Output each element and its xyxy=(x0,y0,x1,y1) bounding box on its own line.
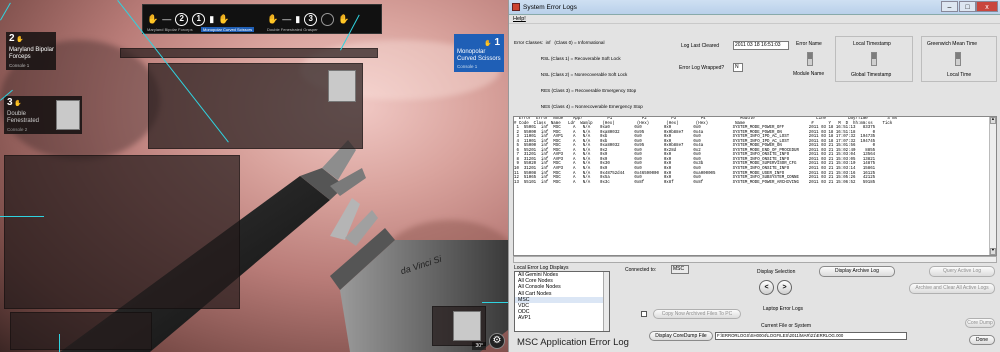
dash-icon: — xyxy=(162,14,172,24)
error-class-line: RSL (Class 1) = Recoverable Soft Lock xyxy=(514,55,621,61)
left-tool-2-thumbnail xyxy=(56,100,80,130)
current-file-field[interactable]: F:\ERRORLOGS\SH0004\LOGFILES\2011\MAR\21… xyxy=(715,332,907,340)
maximize-button[interactable]: □ xyxy=(959,1,976,12)
error-class-line: Error Classes: inf (Class 0) = Informati… xyxy=(514,39,605,45)
annotation-line xyxy=(482,302,508,303)
connected-to-field: MSC xyxy=(671,265,689,274)
time-zone-toggle[interactable] xyxy=(955,52,961,66)
copy-checkbox[interactable] xyxy=(641,311,647,317)
listbox-scrollbar[interactable] xyxy=(603,272,609,331)
left-tool-2-panel: 3 ✋ Double Fenestrated Console 2 xyxy=(4,96,82,134)
display-archive-log-button[interactable]: Display Archive Log xyxy=(819,266,895,277)
left-tool-1-console: Console 1 xyxy=(9,63,30,68)
global-timestamp-label: Global Timestamp xyxy=(851,72,892,78)
app-icon xyxy=(512,3,520,11)
display-coredump-button[interactable]: Display CoreDump File xyxy=(649,331,713,341)
menu-help[interactable]: Help! xyxy=(513,16,526,22)
topbar-right-instrument: Double Fenestrated Grasper xyxy=(267,27,318,32)
copy-archived-button[interactable]: Copy Now Archived Files To PC xyxy=(653,309,741,319)
nodes-listbox[interactable]: All Gemini Nodes All Core Nodes All Cons… xyxy=(514,271,610,332)
right-tool-number: 1 xyxy=(494,37,500,48)
hand-icon: ✋ xyxy=(218,13,230,24)
window-titlebar: System Error Logs – □ x xyxy=(509,0,1000,15)
scroll-down-arrow-icon[interactable]: ▼ xyxy=(990,248,996,255)
overlay-panel-top xyxy=(148,63,363,149)
hand-icon: ✋ xyxy=(338,13,350,24)
minimize-button[interactable]: – xyxy=(941,1,958,12)
left-tool-1-name: Maryland Bipolar Forceps xyxy=(9,47,55,60)
module-name-label: Module Name xyxy=(793,71,825,77)
log-last-cleared-field[interactable]: 2011 03 18 16:51:03 xyxy=(733,41,789,50)
topbar-left-instrument-b: Monopolar Curved Scissors xyxy=(201,27,255,32)
topbar-left-instrument-a: Maryland Bipolar Forceps xyxy=(147,27,193,32)
error-name-label: Error Name xyxy=(796,41,822,47)
window-title: System Error Logs xyxy=(523,3,577,11)
arm-circle-1: 1 xyxy=(192,12,206,26)
next-arrow-button[interactable]: > xyxy=(777,280,792,295)
instrument-topbar: Console 1 Console 2 ✋ — 2 1 ▮ ✋ ✋ — ▮ 3 … xyxy=(142,4,382,34)
left-tool-1-panel: 2 ✋ Maryland Bipolar Forceps Console 1 xyxy=(6,32,56,70)
archive-clear-button[interactable]: Archive and Clear All Active Logs xyxy=(909,283,995,294)
log-last-cleared-label: Log Last Cleared xyxy=(681,43,720,49)
overlay-bottom-right-thumbnail xyxy=(453,311,481,341)
gmt-label: Greenwich Mean Time xyxy=(927,41,978,47)
endoscope-view: da Vinci Si Console 1 Console 2 ✋ — 2 1 … xyxy=(0,0,508,352)
hand-icon: ✋ xyxy=(16,37,24,43)
right-tool-console: Console 1 xyxy=(457,64,478,69)
right-tool-panel: ✋ 1 Monopolar Curved Scissors Console 1 xyxy=(454,34,504,72)
current-file-label: Current File or System xyxy=(761,323,812,329)
arm-circle-2: 2 xyxy=(175,12,189,26)
scroll-up-arrow-icon[interactable]: ▲ xyxy=(990,117,996,124)
table-rows: 1 55001 inf MSC A N/A 0xa0 0x0 0x0 0x0 S… xyxy=(514,126,996,185)
menubar: Help! xyxy=(509,15,1000,24)
app-title: MSC Application Error Log xyxy=(517,337,629,348)
empty-arm-circle xyxy=(321,12,335,26)
annotation-line xyxy=(0,216,44,217)
display-selection-label: Display Selection xyxy=(757,269,796,275)
log-wrapped-field[interactable]: N xyxy=(733,63,743,72)
arm-circle-3: 3 xyxy=(304,12,318,26)
timestamp-toggle[interactable] xyxy=(871,52,877,66)
log-wrapped-label: Error Log Wrapped? xyxy=(679,65,725,71)
connected-to-label: Connected to: xyxy=(625,267,657,273)
right-tool-name: Monopolar Curved Scissors xyxy=(457,49,501,62)
left-tool-2-number: 3 xyxy=(7,97,13,108)
error-class-line: RES (Class 3) = Recoverable Emergency St… xyxy=(514,87,637,93)
hand-icon: ✋ xyxy=(147,13,159,24)
done-button[interactable]: Done xyxy=(969,335,995,345)
laptop-error-logs-label: Laptop Error Logs xyxy=(763,306,804,312)
system-error-logs-window: System Error Logs – □ x Help! Error Clas… xyxy=(508,0,1000,352)
left-tool-2-name: Double Fenestrated xyxy=(7,111,40,124)
error-log-table[interactable]: Error Error Node App/ P1 P2 P3 P4 Module… xyxy=(513,116,997,256)
query-active-log-button[interactable]: Query Active Log xyxy=(929,266,995,277)
table-row[interactable]: 13 55101 inf MSC A N/A 0x3c 0x8f 0x8f 0x… xyxy=(514,181,996,186)
prev-arrow-button[interactable]: < xyxy=(759,280,774,295)
close-button[interactable]: x xyxy=(976,1,998,12)
settings-gear-icon[interactable]: ⚙ xyxy=(489,333,505,349)
left-tool-1-number: 2 xyxy=(9,33,15,44)
overlay-panel-bottom-right xyxy=(432,306,486,346)
core-dump-button[interactable]: Core Dump xyxy=(965,318,995,328)
annotation-line xyxy=(59,334,60,352)
hand-icon: ✋ xyxy=(14,101,22,107)
overlay-top-thumbnail xyxy=(328,70,356,102)
instrument-icon: ▮ xyxy=(295,13,301,24)
overlay-panel-bottom xyxy=(10,312,152,350)
table-horizontal-scrollbar[interactable] xyxy=(513,256,997,263)
list-item[interactable]: AVP1 xyxy=(515,315,609,321)
local-timestamp-label: Local Timestamp xyxy=(853,41,891,47)
instrument-icon: ▮ xyxy=(209,13,215,24)
hand-icon: ✋ xyxy=(484,41,492,47)
overlay-panel-left xyxy=(4,155,240,309)
zoom-indicator: 30° xyxy=(472,342,486,350)
error-class-line: NSL (Class 2) = Nonrecoverable Soft Lock xyxy=(514,71,628,77)
hand-icon: ✋ xyxy=(267,13,279,24)
error-module-toggle[interactable] xyxy=(807,52,813,66)
local-time-label: Local Time xyxy=(947,72,972,78)
dash-icon: — xyxy=(282,14,292,24)
error-class-line: NES (Class 4) = Nonrecoverable Emergency… xyxy=(514,103,643,109)
left-tool-2-console: Console 2 xyxy=(7,127,28,132)
table-vertical-scrollbar[interactable]: ▲ ▼ xyxy=(989,117,996,255)
